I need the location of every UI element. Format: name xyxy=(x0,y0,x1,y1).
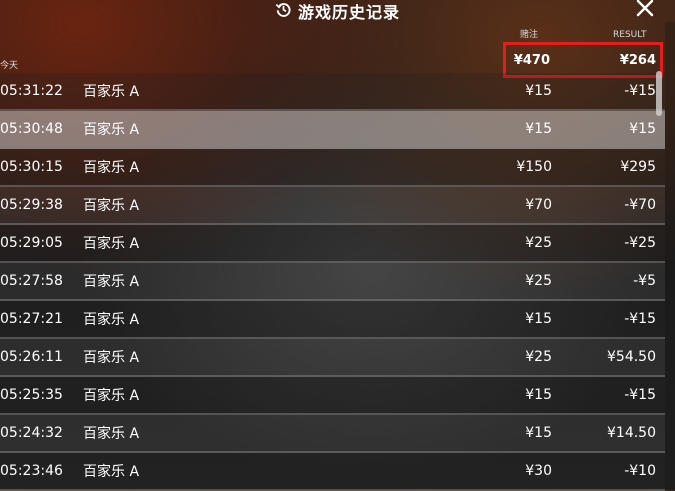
row-time: 05:30:48 xyxy=(0,121,63,137)
row-result: -¥15 xyxy=(624,311,656,327)
history-row[interactable]: 05:29:05 百家乐 A ¥25 -¥25 xyxy=(0,225,665,263)
title-group: 游戏历史记录 xyxy=(275,0,400,23)
row-bet: ¥15 xyxy=(525,311,552,327)
close-icon[interactable] xyxy=(636,0,654,21)
today-label: 今天 xyxy=(0,61,19,71)
row-game: 百家乐 A xyxy=(83,122,140,138)
close-button[interactable] xyxy=(635,0,655,20)
row-result: -¥10 xyxy=(624,463,656,479)
row-game: 百家乐 A xyxy=(83,236,140,252)
history-row[interactable]: 05:30:15 百家乐 A ¥150 ¥295 xyxy=(0,149,665,187)
row-result: ¥14.50 xyxy=(607,425,656,441)
row-time: 05:24:32 xyxy=(0,425,63,441)
row-bet: ¥25 xyxy=(525,273,552,289)
row-time: 05:27:21 xyxy=(0,311,63,327)
row-time: 05:30:15 xyxy=(0,159,63,175)
history-row[interactable]: 05:27:21 百家乐 A ¥15 -¥15 xyxy=(0,301,665,339)
history-row[interactable]: 05:27:58 百家乐 A ¥25 -¥5 xyxy=(0,263,665,301)
row-bet: ¥15 xyxy=(525,83,552,99)
row-result: -¥5 xyxy=(633,273,656,289)
row-game: 百家乐 A xyxy=(83,350,140,366)
column-header-result: RESULT xyxy=(613,30,647,40)
scrollbar-track[interactable] xyxy=(665,22,675,490)
history-clock-icon xyxy=(275,1,292,22)
row-bet: ¥25 xyxy=(525,349,552,365)
row-bet: ¥15 xyxy=(525,425,552,441)
row-time: 05:23:46 xyxy=(0,463,63,479)
history-row[interactable]: 05:23:46 百家乐 A ¥30 -¥10 xyxy=(0,453,665,491)
row-bet: ¥15 xyxy=(525,387,552,403)
row-result: -¥15 xyxy=(624,387,656,403)
row-game: 百家乐 A xyxy=(83,464,140,480)
history-row[interactable]: 05:29:38 百家乐 A ¥70 -¥70 xyxy=(0,187,665,225)
row-time: 05:29:05 xyxy=(0,235,63,251)
row-game: 百家乐 A xyxy=(83,426,140,442)
row-result: ¥295 xyxy=(620,159,656,175)
row-game: 百家乐 A xyxy=(83,84,140,100)
row-bet: ¥150 xyxy=(516,159,552,175)
row-result: ¥54.50 xyxy=(607,349,656,365)
row-time: 05:29:38 xyxy=(0,197,63,213)
row-result: -¥25 xyxy=(624,235,656,251)
row-bet: ¥70 xyxy=(525,197,552,213)
row-game: 百家乐 A xyxy=(83,312,140,328)
row-bet: ¥25 xyxy=(525,235,552,251)
history-row[interactable]: 05:30:48 百家乐 A ¥15 ¥15 xyxy=(0,111,665,149)
row-game: 百家乐 A xyxy=(83,198,140,214)
row-game: 百家乐 A xyxy=(83,388,140,404)
row-game: 百家乐 A xyxy=(83,274,140,290)
history-row[interactable]: 05:31:22 百家乐 A ¥15 -¥15 xyxy=(0,73,665,111)
row-time: 05:31:22 xyxy=(0,83,63,99)
row-time: 05:26:11 xyxy=(0,349,63,365)
scrollbar-thumb[interactable] xyxy=(656,71,662,116)
row-time: 05:25:35 xyxy=(0,387,63,403)
dialog-header: 游戏历史记录 xyxy=(0,0,675,22)
row-bet: ¥30 xyxy=(525,463,552,479)
history-row[interactable]: 05:25:35 百家乐 A ¥15 -¥15 xyxy=(0,377,665,415)
column-header-bet: 赌注 xyxy=(520,30,539,40)
row-result: -¥15 xyxy=(624,83,656,99)
row-bet: ¥15 xyxy=(525,121,552,137)
dialog-title: 游戏历史记录 xyxy=(297,3,400,22)
history-row[interactable]: 05:24:32 百家乐 A ¥15 ¥14.50 xyxy=(0,415,665,453)
row-time: 05:27:58 xyxy=(0,273,63,289)
history-row[interactable]: 05:26:11 百家乐 A ¥25 ¥54.50 xyxy=(0,339,665,377)
row-game: 百家乐 A xyxy=(83,160,140,176)
row-result: ¥15 xyxy=(629,121,656,137)
row-result: -¥70 xyxy=(624,197,656,213)
history-list: 05:31:22 百家乐 A ¥15 -¥15 05:30:48 百家乐 A ¥… xyxy=(0,73,665,491)
